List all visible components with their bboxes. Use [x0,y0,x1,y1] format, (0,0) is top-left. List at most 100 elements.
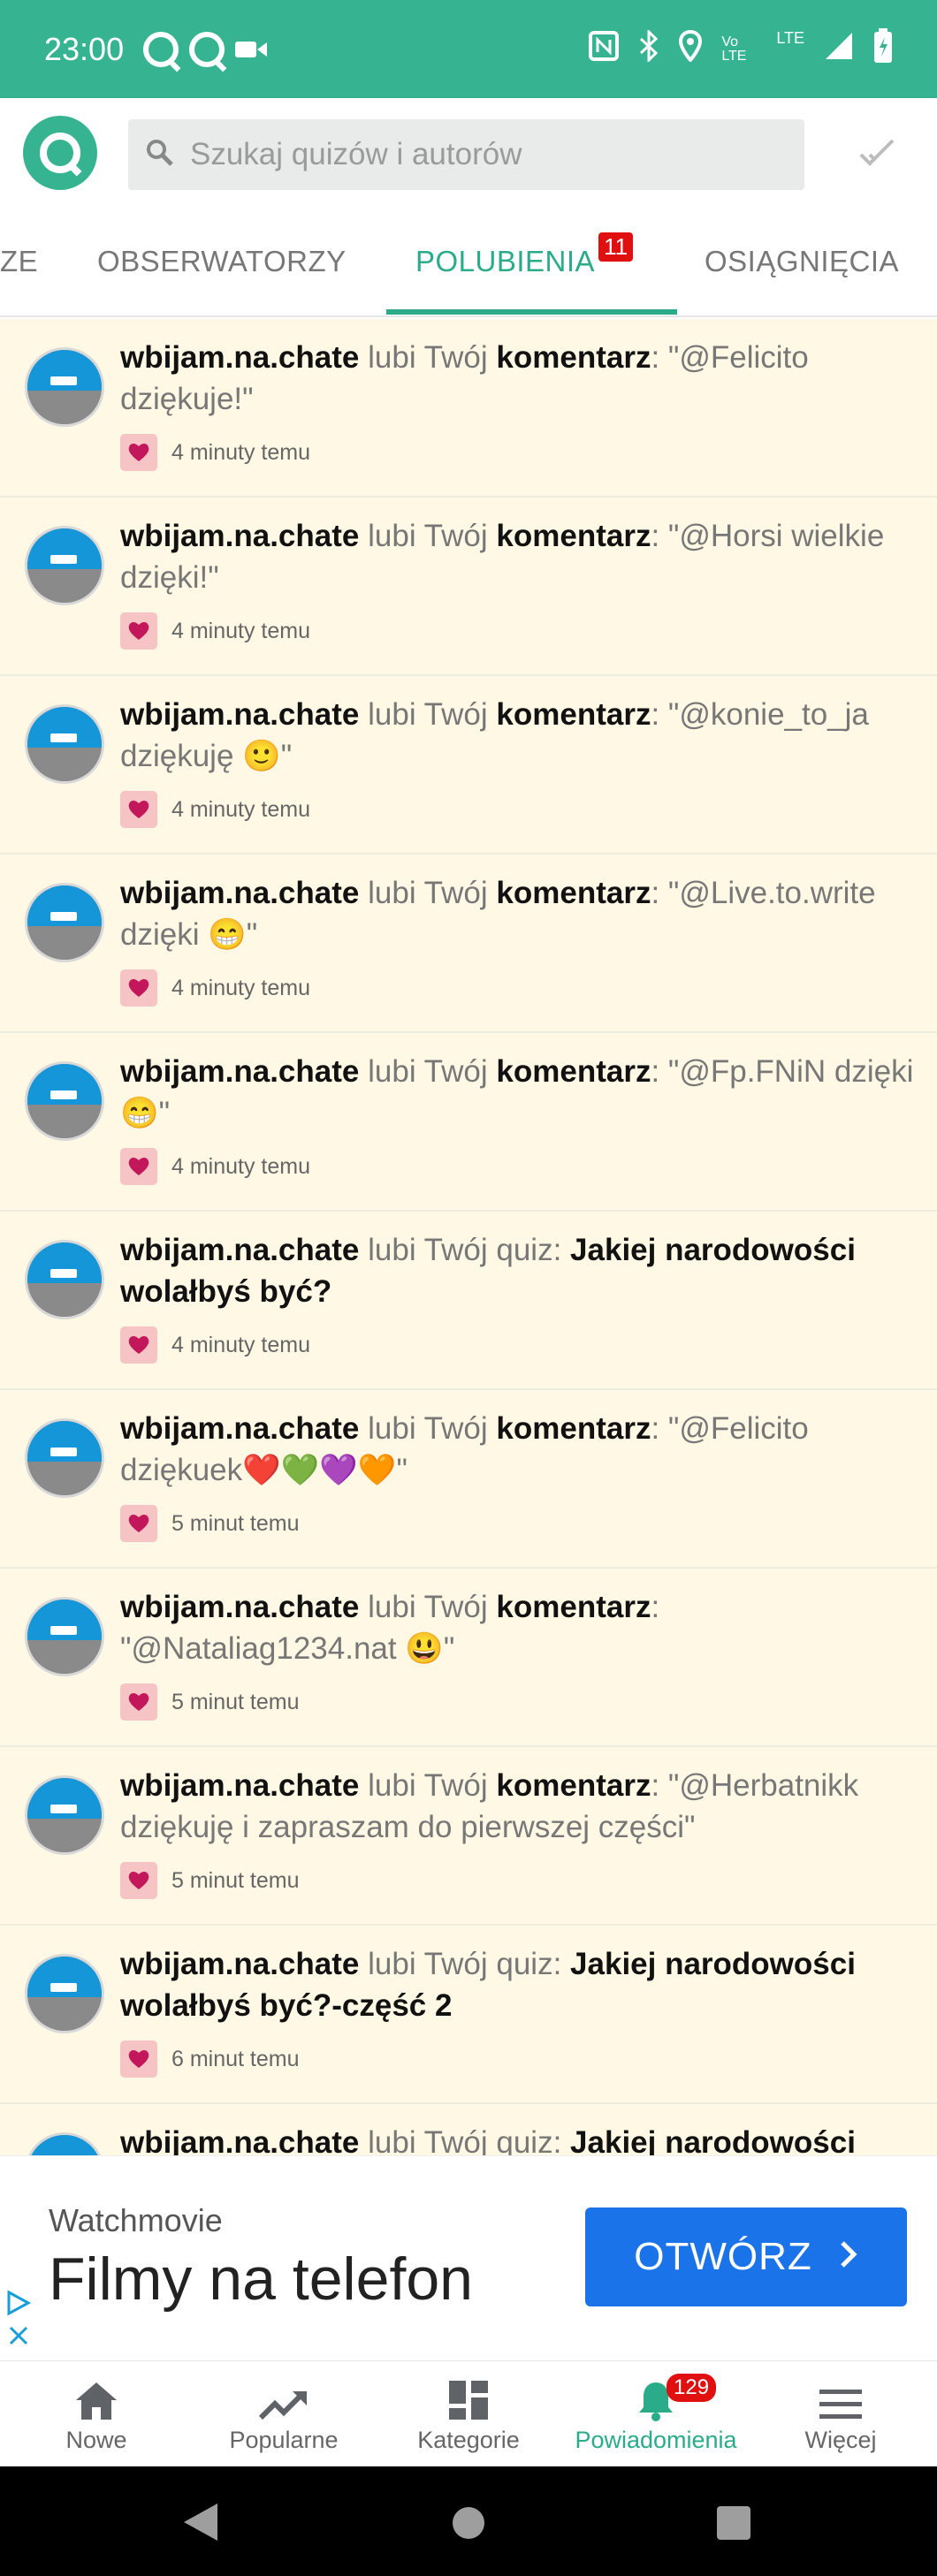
notification-text: wbijam.na.chate lubi Twój komentarz: "@L… [120,876,876,952]
notification-time: 4 minuty temu [171,439,311,465]
nav-categories[interactable]: Kategorie [375,2361,562,2467]
notification-user[interactable]: wbijam.na.chate [120,2125,359,2155]
notification-object[interactable]: komentarz [496,1054,651,1089]
notification-item[interactable]: wbijam.na.chate lubi Twój komentarz: "@k… [0,676,937,855]
notifications-list: wbijam.na.chate lubi Twój komentarz: "@F… [0,319,937,2155]
notification-time: 6 minut temu [171,2046,300,2071]
nfc-icon [589,30,620,68]
nav-new[interactable]: Nowe [3,2361,190,2467]
notification-text: wbijam.na.chate lubi Twój komentarz: "@H… [120,519,885,595]
notification-object[interactable]: Jakiej narodowości [570,2125,856,2155]
user-avatar[interactable] [25,1954,104,2033]
ad-title: Filmy na telefon [49,2245,473,2313]
notification-action: lubi Twój [368,1768,488,1803]
notification-time: 4 minuty temu [171,618,311,643]
user-avatar[interactable] [25,1597,104,1676]
notification-time: 4 minuty temu [171,975,311,1000]
tab-observers[interactable]: OBSERWATORZY [97,245,347,278]
heart-icon [120,969,157,1007]
notification-user[interactable]: wbijam.na.chate [120,340,359,375]
user-avatar[interactable] [25,1418,104,1498]
ad-open-button[interactable]: OTWÓRZ [585,2207,907,2306]
user-avatar[interactable] [25,1775,104,1855]
notification-item[interactable]: wbijam.na.chate lubi Twój komentarz: "@H… [0,498,937,676]
notification-item[interactable]: wbijam.na.chate lubi Twój komentarz: "@F… [0,1390,937,1569]
notification-item[interactable]: wbijam.na.chate lubi Twój quiz: Jakiej n… [0,1212,937,1390]
notification-item[interactable]: wbijam.na.chate lubi Twój komentarz: "@L… [0,855,937,1033]
user-avatar[interactable] [25,2132,104,2155]
notification-time: 5 minut temu [171,1867,300,1893]
tab-achievements[interactable]: OSIĄGNIĘCIA [705,245,899,278]
notification-text: wbijam.na.chate lubi Twój komentarz: "@F… [120,340,809,416]
notification-meta: 6 minut temu [120,2040,300,2078]
notification-action: lubi Twój [368,519,488,553]
notification-action: lubi Twój quiz: [368,1947,562,1981]
quiz-notification-icon [143,31,179,67]
notification-object[interactable]: komentarz [496,1590,651,1624]
notification-object[interactable]: komentarz [496,697,651,732]
notification-user[interactable]: wbijam.na.chate [120,519,359,553]
notification-item[interactable]: wbijam.na.chate lubi Twój komentarz: "@N… [0,1569,937,1747]
notification-item[interactable]: wbijam.na.chate lubi Twój komentarz: "@H… [0,1747,937,1926]
nav-popular-label: Popularne [229,2427,339,2453]
notification-meta: 4 minuty temu [120,791,310,828]
user-avatar[interactable] [25,704,104,784]
notification-user[interactable]: wbijam.na.chate [120,1411,359,1446]
notification-user[interactable]: wbijam.na.chate [120,1947,359,1981]
notification-user[interactable]: wbijam.na.chate [120,1590,359,1624]
heart-icon [120,1326,157,1364]
tab-partial[interactable]: ZE [0,245,38,278]
bottom-navigation: Nowe Popularne Kategorie 129 Powiadomien… [0,2360,937,2466]
recents-icon[interactable] [716,2505,751,2545]
notification-user[interactable]: wbijam.na.chate [120,1233,359,1267]
dashboard-icon [447,2361,490,2421]
notification-item[interactable]: wbijam.na.chate lubi Twój quiz: Jakiej n… [0,1926,937,2104]
notification-item[interactable]: wbijam.na.chate lubi Twój komentarz: "@F… [0,1033,937,1212]
notification-user[interactable]: wbijam.na.chate [120,1054,359,1089]
notification-text: wbijam.na.chate lubi Twój komentarz: "@k… [120,697,869,773]
lte-label: LTE [776,29,804,47]
back-icon[interactable] [182,2502,219,2547]
nav-notifications-label: Powiadomienia [575,2427,737,2453]
battery-icon [873,27,893,71]
ad-banner[interactable]: Watchmovie Filmy na telefon OTWÓRZ [0,2155,937,2360]
user-avatar[interactable] [25,347,104,427]
home-circle-icon[interactable] [451,2505,486,2545]
notification-object[interactable]: komentarz [496,340,651,375]
notification-item[interactable]: wbijam.na.chate lubi Twój quiz: Jakiej n… [0,2104,937,2155]
notification-object[interactable]: komentarz [496,519,651,553]
user-avatar[interactable] [25,526,104,605]
trending-icon [259,2361,309,2421]
heart-icon [120,1505,157,1542]
notification-object[interactable]: komentarz [496,1768,651,1803]
notification-action: lubi Twój quiz: [368,2125,562,2155]
nav-popular[interactable]: Popularne [190,2361,377,2467]
notification-action: lubi Twój quiz: [368,1233,562,1267]
notification-time: 4 minuty temu [171,796,311,822]
signal-icon [824,31,854,68]
tab-likes[interactable]: POLUBIENIA 11 [415,232,634,278]
notification-object[interactable]: komentarz [496,1411,651,1446]
notification-item[interactable]: wbijam.na.chate lubi Twój komentarz: "@F… [0,319,937,498]
search-bar[interactable] [128,119,804,190]
nav-more[interactable]: Więcej [747,2361,934,2467]
user-avatar[interactable] [25,883,104,962]
quiz-logo[interactable] [23,116,97,190]
search-input[interactable] [190,137,773,172]
notification-user[interactable]: wbijam.na.chate [120,697,359,732]
notification-meta: 4 minuty temu [120,1148,310,1185]
tab-likes-label: POLUBIENIA [415,245,596,277]
ad-choices-icon[interactable] [5,2289,32,2355]
notification-object[interactable]: komentarz [496,876,651,910]
user-avatar[interactable] [25,1061,104,1141]
notification-user[interactable]: wbijam.na.chate [120,1768,359,1803]
nav-notifications[interactable]: 129 Powiadomienia [562,2361,750,2467]
status-right-icons: Vo LTE LTE [589,27,893,71]
mark-all-read-icon[interactable] [857,133,896,172]
active-tab-indicator [386,309,677,315]
chevron-right-icon [839,2235,858,2279]
notification-user[interactable]: wbijam.na.chate [120,876,359,910]
user-avatar[interactable] [25,1240,104,1319]
notification-text: wbijam.na.chate lubi Twój quiz: Jakiej n… [120,2122,916,2155]
notification-text: wbijam.na.chate lubi Twój komentarz: "@N… [120,1590,660,1666]
